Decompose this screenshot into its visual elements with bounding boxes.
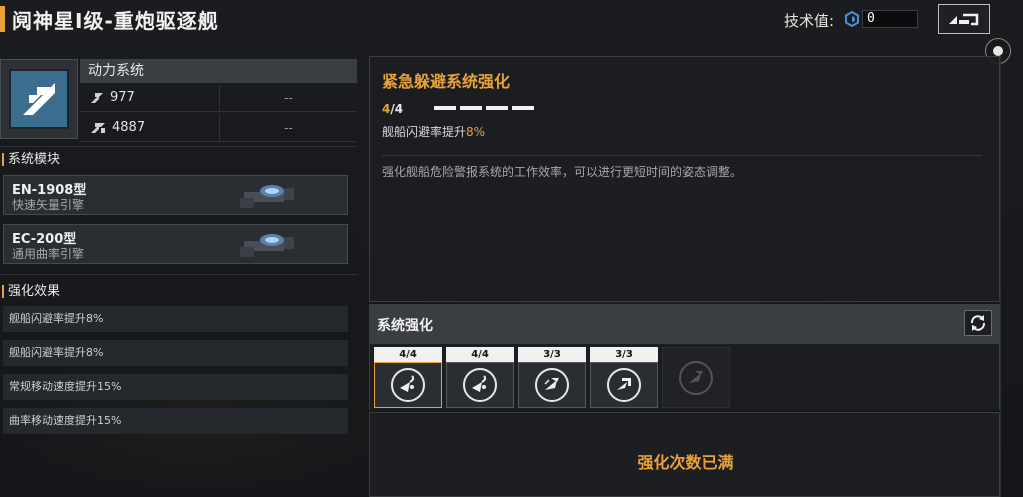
level-pip: [512, 106, 534, 110]
effect-item: 曲率移动速度提升15%: [3, 408, 348, 434]
stat-speed: 977: [80, 84, 220, 111]
engine-module-icon: [240, 185, 294, 208]
divider: [1000, 56, 1001, 497]
modules-heading: 系统模块: [0, 150, 60, 170]
engine-module-icon: [240, 234, 294, 257]
slot-level-badge: 3/3: [518, 347, 586, 362]
module-card-ec200[interactable]: EC-200型 通用曲率引擎: [3, 224, 348, 264]
stat-speed-extra: --: [284, 90, 293, 105]
system-icon-frame[interactable]: [0, 59, 78, 139]
detail-effect: 舰船闪避率提升8%: [382, 123, 485, 140]
enhance-status-box: 强化次数已满: [369, 412, 1000, 497]
stat-warp-extra: --: [284, 120, 293, 135]
locked-boost-icon: [679, 360, 713, 395]
level-pips: [434, 106, 534, 110]
tech-value-label: 技术值:: [784, 12, 835, 30]
module-card-en1908[interactable]: EN-1908型 快速矢量引擎: [3, 175, 348, 215]
slot-icon-frame: [518, 362, 586, 408]
enhance-slot-2[interactable]: 4/4: [446, 347, 514, 408]
right-panel: 紧急躲避系统强化 4/4 舰船闪避率提升8% 强化舰船危险警报系统的工作效率，可…: [369, 56, 1000, 497]
title-accent-bar: [0, 6, 5, 32]
enhance-slot-1[interactable]: 4/4: [374, 347, 442, 408]
divider: [0, 146, 358, 147]
left-panel: 动力系统 977 -- 4887 -- 系统模块 EN-1908型 快速矢量引擎…: [0, 56, 358, 497]
speed-boost-icon: [535, 368, 569, 402]
speed-icon: [91, 92, 103, 103]
stat-warp-value: 4887: [112, 120, 146, 135]
level-max: 4: [394, 102, 404, 116]
effects-heading: 强化效果: [0, 282, 60, 302]
refresh-icon: [970, 315, 986, 331]
stat-row-speed: 977 --: [80, 84, 357, 112]
level-pip: [434, 106, 456, 110]
enhance-slot-3[interactable]: 3/3: [518, 347, 586, 408]
effect-item: 舰船闪避率提升8%: [3, 306, 348, 332]
enhance-slots: 4/4 4/4 3/3 3/3: [369, 344, 1000, 410]
slot-icon-frame: [374, 362, 442, 408]
slot-level-badge: 4/4: [446, 347, 514, 362]
detail-level: 4/4: [382, 102, 403, 116]
enhancement-detail: 紧急躲避系统强化 4/4 舰船闪避率提升8% 强化舰船危险警报系统的工作效率，可…: [369, 56, 1000, 302]
warp-speed-icon: [91, 122, 105, 133]
slot-icon-frame: [590, 362, 658, 408]
tech-point-icon: [845, 11, 859, 27]
warp-boost-icon: [607, 368, 641, 402]
evade-icon: [391, 368, 425, 402]
enhance-header: 系统强化: [369, 304, 1000, 344]
slot-icon-frame: [446, 362, 514, 408]
top-bar: 阋神星Ⅰ级-重炮驱逐舰 技术值: 0: [0, 0, 1023, 42]
enhance-full-text: 强化次数已满: [637, 453, 734, 472]
propulsion-system-icon: [9, 69, 69, 129]
effect-item: 舰船闪避率提升8%: [3, 340, 348, 366]
page-title: 阋神星Ⅰ级-重炮驱逐舰: [12, 9, 219, 33]
level-pip: [460, 106, 482, 110]
enhance-slot-5-locked[interactable]: [662, 347, 730, 408]
stat-speed-value: 977: [110, 90, 135, 105]
effect-value: 8%: [466, 125, 486, 139]
system-header: 动力系统 977 -- 4887 --: [0, 56, 358, 144]
detail-description: 强化舰船危险警报系统的工作效率，可以进行更短时间的姿态调整。: [382, 165, 743, 179]
enhance-title: 系统强化: [377, 318, 433, 334]
back-arrow-icon: [949, 13, 979, 26]
module-desc: 快速矢量引擎: [12, 198, 85, 212]
detail-title: 紧急躲避系统强化: [382, 72, 511, 91]
module-desc: 通用曲率引擎: [12, 247, 85, 261]
tech-value-field: 0: [862, 10, 918, 28]
evade-icon: [463, 368, 497, 402]
enhance-slot-4[interactable]: 3/3: [590, 347, 658, 408]
slot-level-badge: 3/3: [590, 347, 658, 362]
back-button[interactable]: [938, 4, 990, 34]
effect-item: 常规移动速度提升15%: [3, 374, 348, 400]
level-pip: [486, 106, 508, 110]
system-name: 动力系统: [80, 59, 357, 83]
slot-level-badge: 4/4: [374, 347, 442, 362]
divider: [0, 274, 358, 275]
stat-warp: 4887: [80, 114, 220, 141]
stat-row-warp: 4887 --: [80, 114, 357, 142]
refresh-button[interactable]: [964, 310, 992, 336]
slot-icon-frame: [662, 347, 730, 408]
divider: [382, 155, 982, 156]
effect-prefix: 舰船闪避率提升: [382, 125, 467, 139]
